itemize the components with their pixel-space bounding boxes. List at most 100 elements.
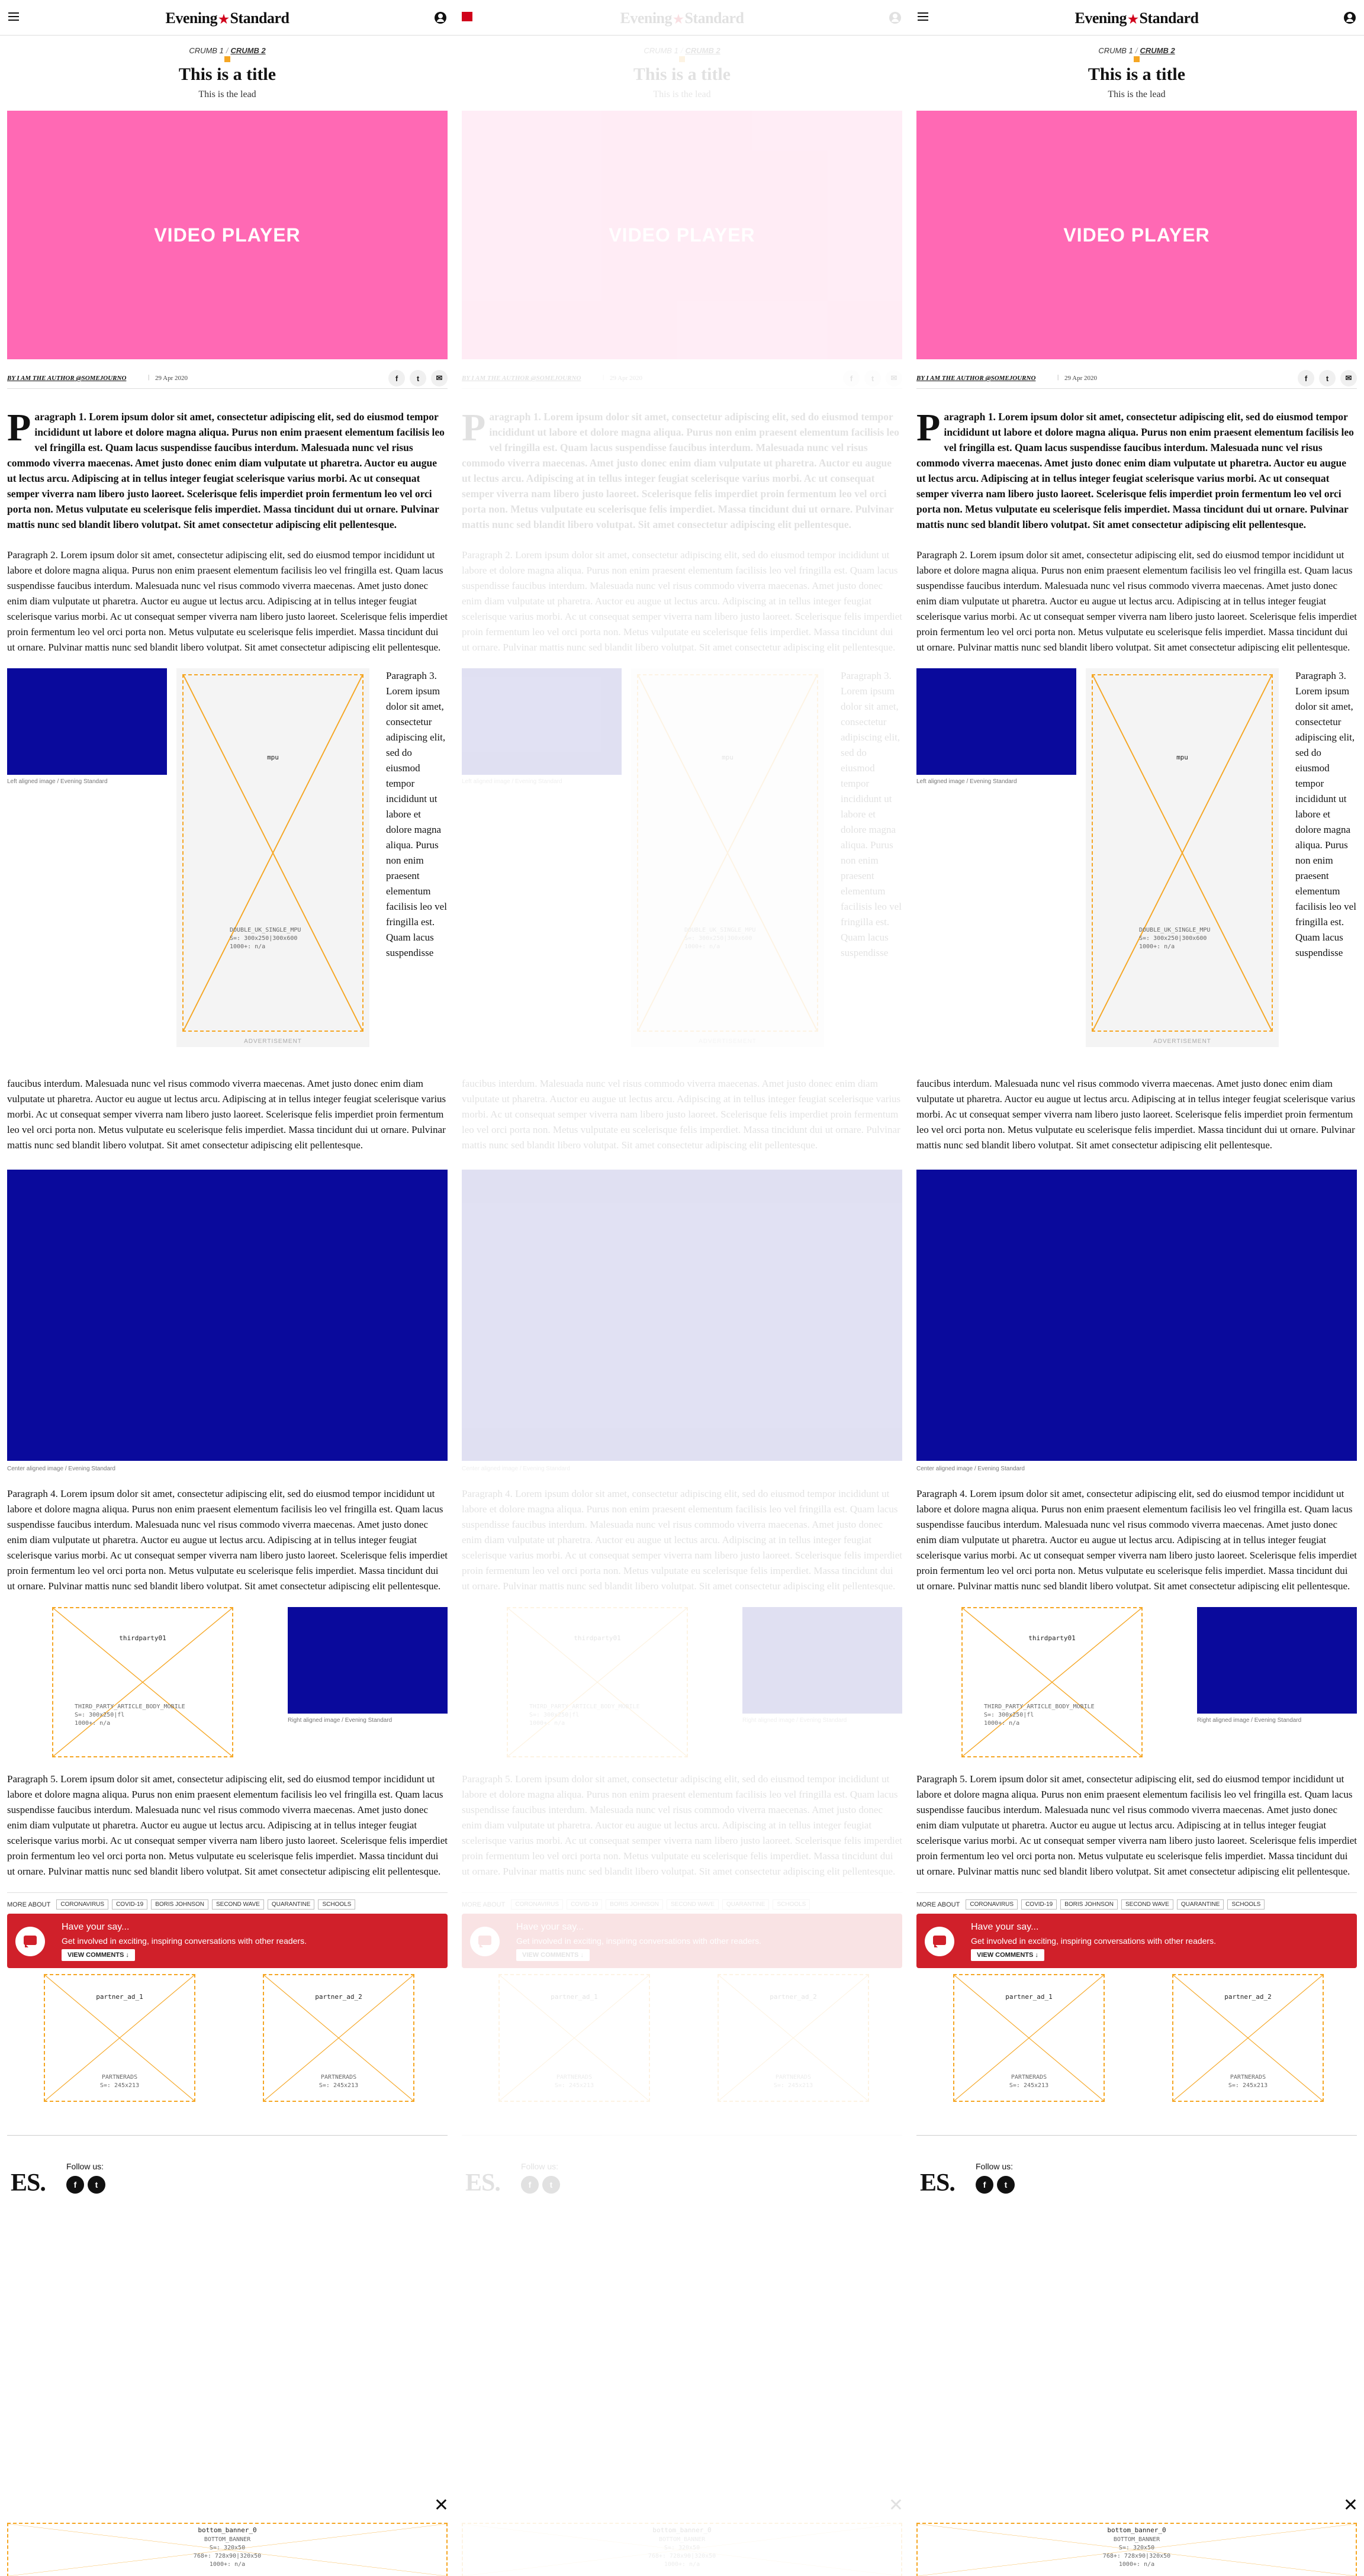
- breadcrumb: CRUMB 1/CRUMB 2: [455, 46, 909, 55]
- site-footer: ES. Follow us: f t: [7, 2135, 448, 2206]
- tag-schools[interactable]: SCHOOLS: [318, 1899, 356, 1910]
- tag-coronavirus[interactable]: CORONAVIRUS: [511, 1899, 564, 1910]
- partner-ad-1-slot[interactable]: partner_ad_1 PARTNERADS S=: 245x213: [498, 1974, 650, 2102]
- follow-us-label: Follow us:: [66, 2162, 104, 2171]
- comments-title: Have your say...: [62, 1922, 130, 1932]
- video-player[interactable]: VIDEO PLAYER: [916, 111, 1357, 359]
- tag-second-wave[interactable]: SECOND WAVE: [1121, 1899, 1173, 1910]
- site-logo[interactable]: Evening ★Standard: [455, 9, 909, 27]
- share-bar: f t ✉: [1298, 370, 1357, 387]
- site-logo[interactable]: Evening ★Standard: [909, 9, 1364, 27]
- footer-facebook-icon[interactable]: f: [976, 2176, 993, 2194]
- paragraph-1: Paragraph 1. Lorem ipsum dolor sit amet,…: [462, 408, 902, 532]
- paragraph-5-media-block: thirdparty01 THIRD_PARTY_ARTICLE_BODY_MO…: [7, 1607, 448, 1767]
- footer-logo[interactable]: ES.: [465, 2169, 501, 2197]
- tag-quarantine[interactable]: QUARANTINE: [1176, 1899, 1224, 1910]
- mpu-ad-meta: DOUBLE_UK_SINGLE_MPU S=: 300x250|300x600…: [230, 927, 301, 950]
- mpu-ad-slot[interactable]: mpu DOUBLE_UK_SINGLE_MPU S=: 300x250|300…: [176, 668, 369, 1047]
- author-link[interactable]: BY I AM THE AUTHOR @SOMEJOURNO: [7, 375, 126, 382]
- account-icon[interactable]: [889, 12, 901, 24]
- account-icon[interactable]: [1344, 12, 1356, 24]
- twitter-icon[interactable]: t: [864, 370, 881, 387]
- video-player[interactable]: VIDEO PLAYER: [462, 111, 902, 359]
- author-link[interactable]: BY I AM THE AUTHOR @SOMEJOURNO: [916, 375, 1035, 382]
- breadcrumb-item-2[interactable]: CRUMB 2: [685, 46, 720, 55]
- close-banner-icon[interactable]: ✕: [889, 2497, 903, 2514]
- tag-coronavirus[interactable]: CORONAVIRUS: [56, 1899, 109, 1910]
- email-icon[interactable]: ✉: [1340, 370, 1357, 387]
- footer-logo[interactable]: ES.: [920, 2169, 956, 2197]
- view-comments-button[interactable]: VIEW COMMENTS ↓: [971, 1949, 1044, 1961]
- video-player[interactable]: VIDEO PLAYER: [7, 111, 448, 359]
- partner-ad-2-slot[interactable]: partner_ad_2 PARTNERADS S=: 245x213: [263, 1974, 414, 2102]
- account-icon[interactable]: [435, 12, 446, 24]
- tag-quarantine[interactable]: QUARANTINE: [722, 1899, 770, 1910]
- right-image-caption: Right aligned image / Evening Standard: [742, 1717, 847, 1724]
- tag-schools[interactable]: SCHOOLS: [773, 1899, 810, 1910]
- byline-divider: |: [1057, 373, 1059, 381]
- view-comments-button[interactable]: VIEW COMMENTS ↓: [62, 1949, 135, 1961]
- paragraph-3-side-text: Paragraph 3. Lorem ipsum dolor sit amet,…: [1295, 670, 1356, 958]
- twitter-icon[interactable]: t: [410, 370, 426, 387]
- left-aligned-image: [462, 668, 622, 775]
- breadcrumb-marker: [224, 56, 230, 62]
- tag-boris-johnson[interactable]: BORIS JOHNSON: [1060, 1899, 1118, 1910]
- tag-covid-19[interactable]: COVID-19: [1021, 1899, 1057, 1910]
- breadcrumb-item-2[interactable]: CRUMB 2: [1140, 46, 1175, 55]
- view-comments-button[interactable]: VIEW COMMENTS ↓: [516, 1949, 590, 1961]
- tag-coronavirus[interactable]: CORONAVIRUS: [966, 1899, 1018, 1910]
- breadcrumb-item-2[interactable]: CRUMB 2: [230, 46, 265, 55]
- site-logo[interactable]: Evening ★Standard: [0, 9, 455, 27]
- close-banner-icon[interactable]: ✕: [434, 2497, 449, 2514]
- author-link[interactable]: BY I AM THE AUTHOR @SOMEJOURNO: [462, 375, 581, 382]
- tag-boris-johnson[interactable]: BORIS JOHNSON: [606, 1899, 663, 1910]
- facebook-icon[interactable]: f: [388, 370, 405, 387]
- byline-divider: |: [148, 373, 150, 381]
- thirdparty-ad-slot[interactable]: thirdparty01 THIRD_PARTY_ARTICLE_BODY_MO…: [507, 1607, 688, 1757]
- author-name: BY I AM THE AUTHOR: [7, 375, 75, 382]
- partner-ad-1-slot[interactable]: partner_ad_1 PARTNERADS S=: 245x213: [44, 1974, 195, 2102]
- partner-ad-2-slot[interactable]: partner_ad_2 PARTNERADS S=: 245x213: [718, 1974, 869, 2102]
- tag-boris-johnson[interactable]: BORIS JOHNSON: [151, 1899, 208, 1910]
- share-bar: f t ✉: [388, 370, 448, 387]
- partner-ad-1-slot[interactable]: partner_ad_1 PARTNERADS S=: 245x213: [953, 1974, 1105, 2102]
- paragraph-3-side-text: Paragraph 3. Lorem ipsum dolor sit amet,…: [841, 670, 902, 958]
- footer-facebook-icon[interactable]: f: [521, 2176, 539, 2194]
- paragraph-5: Paragraph 5. Lorem ipsum dolor sit amet,…: [462, 1773, 902, 1877]
- tag-quarantine[interactable]: QUARANTINE: [267, 1899, 315, 1910]
- tag-second-wave[interactable]: SECOND WAVE: [666, 1899, 719, 1910]
- tag-second-wave[interactable]: SECOND WAVE: [211, 1899, 264, 1910]
- bottom-banner-slot[interactable]: bottom_banner_0 BOTTOM_BANNER S=: 320x50…: [462, 2523, 902, 2576]
- more-about-tags: MORE ABOUT CORONAVIRUS COVID-19 BORIS JO…: [7, 1892, 448, 1910]
- partner-ad-2-name: partner_ad_2: [770, 1993, 817, 2001]
- mpu-ad-slot[interactable]: mpu DOUBLE_UK_SINGLE_MPU S=: 300x250|300…: [631, 668, 824, 1047]
- twitter-icon[interactable]: t: [1319, 370, 1336, 387]
- partner-ad-2-slot[interactable]: partner_ad_2 PARTNERADS S=: 245x213: [1172, 1974, 1324, 2102]
- mpu-ad-slot[interactable]: mpu DOUBLE_UK_SINGLE_MPU S=: 300x250|300…: [1086, 668, 1279, 1047]
- thirdparty-ad-meta: THIRD_PARTY_ARTICLE_BODY_MOBILE S=: 300x…: [984, 1704, 1095, 1727]
- footer-twitter-icon[interactable]: t: [542, 2176, 560, 2194]
- bottom-banner-slot[interactable]: bottom_banner_0 BOTTOM_BANNER S=: 320x50…: [7, 2523, 448, 2576]
- footer-twitter-icon[interactable]: t: [88, 2176, 105, 2194]
- email-icon[interactable]: ✉: [431, 370, 448, 387]
- footer-facebook-icon[interactable]: f: [66, 2176, 84, 2194]
- close-banner-icon[interactable]: ✕: [1343, 2497, 1358, 2514]
- facebook-icon[interactable]: f: [843, 370, 860, 387]
- bottom-banner-slot[interactable]: bottom_banner_0 BOTTOM_BANNER S=: 320x50…: [916, 2523, 1357, 2576]
- tag-covid-19[interactable]: COVID-19: [567, 1899, 603, 1910]
- breadcrumb-item-1[interactable]: CRUMB 1: [189, 46, 224, 55]
- logo-text-left: Evening: [620, 9, 673, 27]
- breadcrumb-item-1[interactable]: CRUMB 1: [1098, 46, 1133, 55]
- email-icon[interactable]: ✉: [886, 370, 902, 387]
- tag-schools[interactable]: SCHOOLS: [1227, 1899, 1265, 1910]
- viewport-3: Evening ★Standard CRUMB 1/CRUMB 2 This is…: [909, 0, 1364, 2576]
- tag-covid-19[interactable]: COVID-19: [112, 1899, 148, 1910]
- paragraph-5: Paragraph 5. Lorem ipsum dolor sit amet,…: [916, 1773, 1357, 1877]
- facebook-icon[interactable]: f: [1298, 370, 1314, 387]
- thirdparty-ad-slot[interactable]: thirdparty01 THIRD_PARTY_ARTICLE_BODY_MO…: [52, 1607, 233, 1757]
- thirdparty-ad-slot[interactable]: thirdparty01 THIRD_PARTY_ARTICLE_BODY_MO…: [961, 1607, 1143, 1757]
- footer-logo[interactable]: ES.: [11, 2169, 46, 2197]
- footer-twitter-icon[interactable]: t: [997, 2176, 1015, 2194]
- comments-title: Have your say...: [516, 1922, 584, 1932]
- breadcrumb-item-1[interactable]: CRUMB 1: [644, 46, 678, 55]
